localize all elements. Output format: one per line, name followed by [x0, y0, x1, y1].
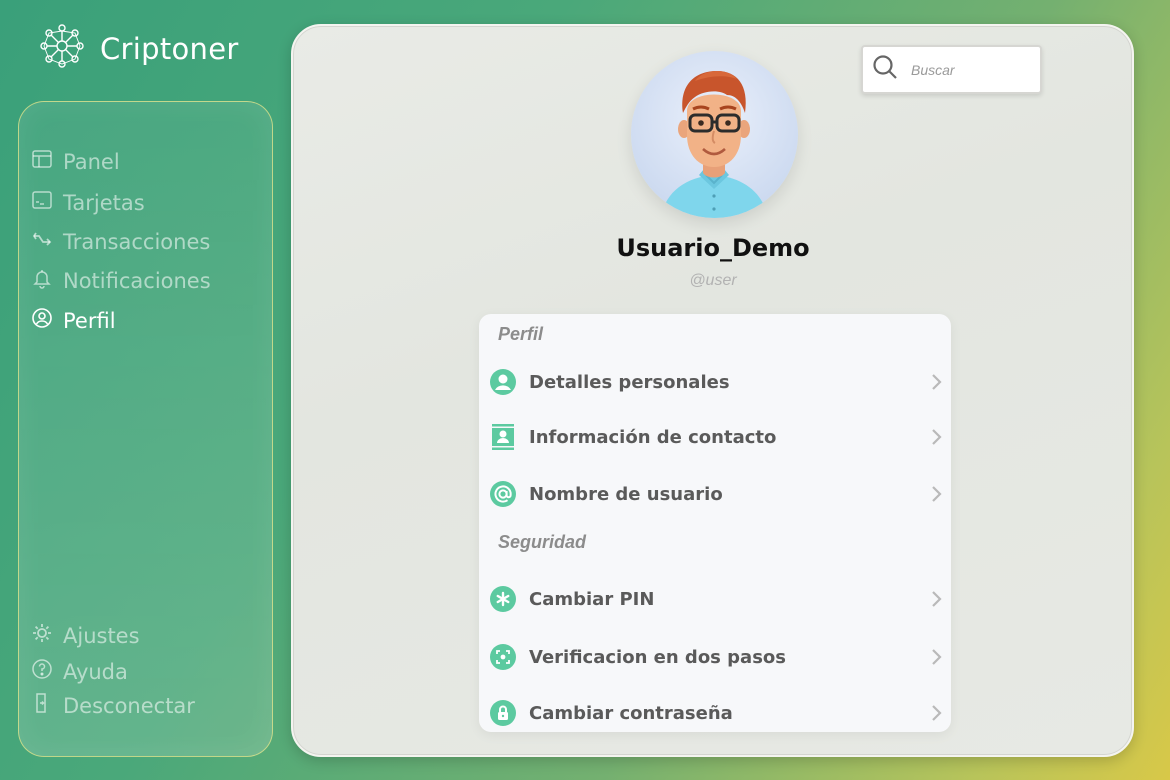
chevron-right-icon	[929, 647, 943, 667]
search-icon	[871, 53, 899, 86]
settings-card: Perfil Detalles personales Información d…	[479, 314, 951, 732]
sidebar-item-notificaciones[interactable]: Notificaciones	[31, 267, 211, 294]
sidebar-item-panel[interactable]: Panel	[31, 148, 120, 175]
sidebar-item-perfil[interactable]: Perfil	[31, 307, 116, 334]
section-title-perfil: Perfil	[498, 324, 544, 344]
chevron-right-icon	[929, 703, 943, 723]
sidebar-item-label: Transacciones	[63, 229, 211, 254]
row-label: Nombre de usuario	[529, 483, 723, 505]
sidebar-item-ayuda[interactable]: Ayuda	[31, 658, 128, 685]
brand-name: Criptoner	[100, 31, 239, 66]
sidebar-item-desconectar[interactable]: Desconectar	[31, 692, 195, 719]
brand[interactable]: Criptoner	[38, 22, 239, 75]
row-label: Cambiar contraseña	[529, 702, 733, 724]
transfer-icon	[31, 228, 53, 255]
row-label: Cambiar PIN	[529, 588, 655, 610]
sidebar-item-label: Perfil	[63, 308, 116, 333]
row-detalles-personales[interactable]: Detalles personales	[479, 362, 951, 402]
scan-icon	[489, 643, 517, 671]
avatar	[631, 51, 798, 218]
profile-username: Usuario_Demo	[616, 234, 810, 262]
chevron-right-icon	[929, 372, 943, 392]
sidebar-item-label: Ajustes	[63, 623, 140, 648]
logout-icon	[31, 692, 53, 719]
section-title-seguridad: Seguridad	[498, 532, 587, 552]
help-icon	[31, 658, 53, 685]
row-informacion-contacto[interactable]: Información de contacto	[479, 417, 951, 457]
sidebar-item-label: Desconectar	[63, 693, 195, 718]
chevron-right-icon	[929, 427, 943, 447]
search-box[interactable]	[861, 45, 1042, 94]
sidebar-item-label: Notificaciones	[63, 268, 211, 293]
gear-icon	[31, 622, 53, 649]
sidebar-item-transacciones[interactable]: Transacciones	[31, 228, 210, 255]
search-input[interactable]	[911, 61, 1021, 78]
layout-icon	[31, 148, 53, 175]
row-cambiar-pin[interactable]: Cambiar PIN	[479, 579, 951, 619]
row-nombre-usuario[interactable]: Nombre de usuario	[479, 474, 951, 514]
user-circle-icon	[31, 307, 53, 334]
asterisk-icon	[489, 585, 517, 613]
lock-icon	[489, 699, 517, 727]
row-verificacion-dos-pasos[interactable]: Verificacion en dos pasos	[479, 637, 951, 677]
sidebar-item-label: Tarjetas	[63, 190, 145, 215]
row-label: Información de contacto	[529, 426, 777, 448]
bell-icon	[31, 267, 53, 294]
row-cambiar-contrasena[interactable]: Cambiar contraseña	[479, 693, 951, 732]
main-panel: Usuario_Demo @user Perfil Detalles perso…	[291, 24, 1134, 757]
sidebar-item-label: Panel	[63, 149, 120, 174]
card-icon	[31, 189, 53, 216]
sidebar-item-tarjetas[interactable]: Tarjetas	[31, 189, 145, 216]
sidebar-item-ajustes[interactable]: Ajustes	[31, 622, 140, 649]
contact-card-icon	[489, 423, 517, 451]
sidebar: Panel Tarjetas Transacciones Notificacio…	[18, 101, 273, 757]
person-icon	[489, 368, 517, 396]
row-label: Verificacion en dos pasos	[529, 646, 786, 668]
sidebar-item-label: Ayuda	[63, 659, 128, 684]
chevron-right-icon	[929, 589, 943, 609]
brand-logo-icon	[38, 22, 86, 75]
profile-handle: @user	[689, 272, 737, 289]
row-label: Detalles personales	[529, 371, 730, 393]
chevron-right-icon	[929, 484, 943, 504]
at-sign-icon	[489, 480, 517, 508]
